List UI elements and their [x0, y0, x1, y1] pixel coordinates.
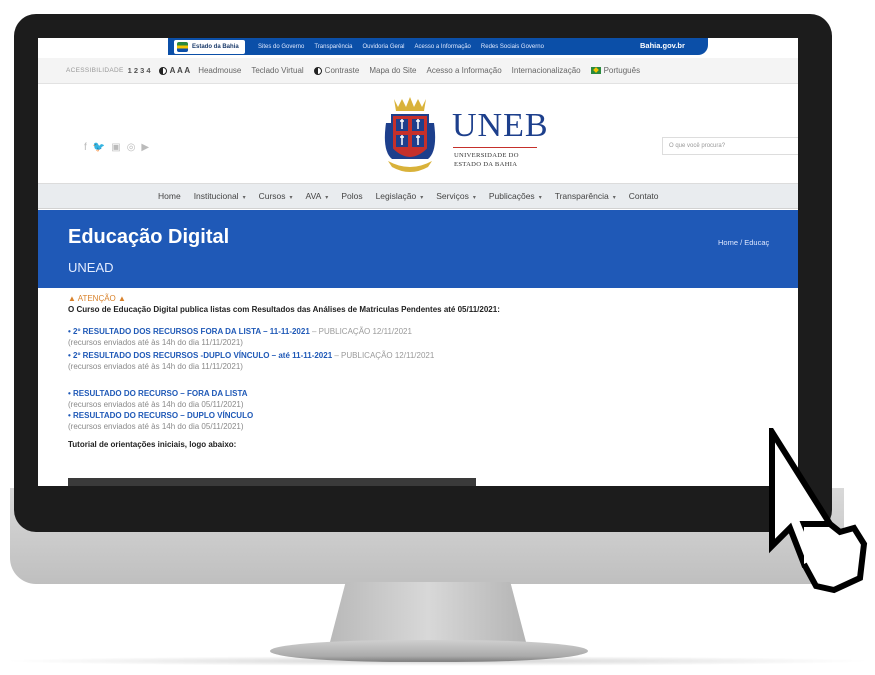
accessibility-label: ACESSIBILIDADE — [66, 67, 124, 74]
attention-label: ATENÇÃO — [77, 294, 116, 303]
result-item[interactable]: • 2º RESULTADO DOS RECURSOS -DUPLO VÍNCU… — [68, 351, 434, 360]
nav-item-label: Publicações — [488, 191, 535, 201]
nav-item-label: Home — [158, 191, 181, 201]
result-item[interactable]: • RESULTADO DO RECURSO – DUPLO VÍNCULO — [68, 411, 253, 420]
instagram-icon[interactable]: ◎ — [127, 142, 136, 153]
result-link[interactable]: • 2º RESULTADO DOS RECURSOS -DUPLO VÍNCU… — [68, 351, 332, 360]
facebook-icon[interactable]: f — [84, 142, 87, 153]
accessibility-bar: ACESSIBILIDADE 1 2 3 4 A A A Headmouse T… — [38, 58, 798, 84]
gov-site-link[interactable]: Bahia.gov.br — [640, 41, 685, 50]
attention-line: ▲ ATENÇÃO ▲ — [68, 294, 126, 303]
nav-item-contato[interactable]: Contato — [629, 191, 659, 201]
contrast-icon — [313, 66, 322, 75]
font-size-controls[interactable]: A A A — [170, 66, 191, 75]
chevron-down-icon: ▾ — [612, 195, 616, 201]
result-link[interactable]: • RESULTADO DO RECURSO – FORA DA LISTA — [68, 389, 248, 398]
nav-item-label: Serviços — [436, 191, 469, 201]
nav-item-label: Transparência — [554, 191, 609, 201]
logo-subtitle-line: UNIVERSIDADE DO — [454, 152, 519, 159]
result-note: (recursos enviados até às 14h do dia 11/… — [68, 338, 243, 347]
chevron-down-icon: ▾ — [289, 195, 293, 201]
tutorial-video-embed[interactable] — [68, 478, 476, 486]
gov-link[interactable]: Sites do Governo — [258, 44, 304, 50]
intro-text: O Curso de Educação Digital publica list… — [68, 305, 500, 314]
chevron-down-icon: ▾ — [472, 195, 476, 201]
nav-item-home[interactable]: Home — [158, 191, 181, 201]
chevron-down-icon: ▾ — [538, 195, 542, 201]
monitor-stand-neck — [330, 582, 526, 642]
nav-item-legislação[interactable]: Legislação ▾ — [376, 191, 424, 201]
contrast-label: Contraste — [324, 66, 360, 75]
page-subtitle: UNEAD — [68, 260, 114, 275]
desktop-scene: { "gov_bar": { "logo_text": "Estado da B… — [0, 0, 875, 675]
gov-bar: Estado da Bahia Sites do Governo Transpa… — [38, 38, 798, 58]
main-nav: Home Institucional ▾ Cursos ▾ AVA ▾ Polos Legisl… — [38, 183, 798, 209]
nav-item-serviços[interactable]: Serviços ▾ — [436, 191, 476, 201]
nav-item-label: Institucional — [193, 191, 239, 201]
nav-item-label: AVA — [305, 191, 322, 201]
monitor-screen: Estado da Bahia Sites do Governo Transpa… — [38, 38, 798, 486]
logo-subtitle-line: ESTADO DA BAHIA — [454, 161, 518, 168]
twitter-icon[interactable]: 🐦 — [93, 142, 105, 153]
page-title: Educação Digital — [68, 226, 230, 248]
sitemap-link[interactable]: Mapa do Site — [369, 66, 416, 75]
chevron-down-icon: ▾ — [420, 195, 424, 201]
nav-item-label: Legislação — [375, 191, 417, 201]
youtube-icon[interactable]: ▶ — [141, 142, 149, 153]
virtual-keyboard-link[interactable]: Teclado Virtual — [251, 66, 303, 75]
logo-subtitle: UNIVERSIDADE DO ESTADO DA BAHIA — [454, 151, 554, 169]
language-select[interactable]: Português — [590, 66, 641, 75]
brazil-flag-icon — [590, 67, 601, 74]
warning-icon: ▲ — [115, 294, 126, 303]
result-item[interactable]: • RESULTADO DO RECURSO – FORA DA LISTA — [68, 389, 248, 398]
breadcrumb[interactable]: Home / Educaç — [718, 238, 769, 247]
result-link[interactable]: • RESULTADO DO RECURSO – DUPLO VÍNCULO — [68, 411, 253, 420]
contrast-toggle-icon[interactable] — [158, 66, 167, 75]
warning-icon: ▲ — [68, 294, 78, 303]
chevron-down-icon: ▾ — [242, 195, 246, 201]
nav-item-publicações[interactable]: Publicações ▾ — [489, 191, 542, 201]
language-label: Português — [603, 66, 641, 75]
result-note: (recursos enviados até às 14h do dia 05/… — [68, 422, 244, 431]
gov-link[interactable]: Acesso a Informação — [415, 44, 471, 50]
nav-item-ava[interactable]: AVA ▾ — [306, 191, 329, 201]
tutorial-heading: Tutorial de orientações iniciais, logo a… — [68, 440, 237, 449]
result-link[interactable]: • 2º RESULTADO DOS RECURSOS FORA DA LIST… — [68, 327, 310, 336]
gov-link[interactable]: Ouvidoria Geral — [363, 44, 405, 50]
internationalization-link[interactable]: Internacionalização — [512, 66, 581, 75]
nav-item-polos[interactable]: Polos — [341, 191, 362, 201]
nav-item-cursos[interactable]: Cursos ▾ — [259, 191, 293, 201]
chevron-down-icon: ▾ — [325, 195, 329, 201]
accessibility-shortcuts[interactable]: 1 2 3 4 — [128, 66, 151, 75]
nav-item-label: Contato — [628, 191, 659, 201]
page-banner: Educação Digital UNEAD Home / Educaç — [38, 210, 798, 288]
nav-item-transparência[interactable]: Transparência ▾ — [555, 191, 616, 201]
result-publication: – PUBLICAÇÃO 12/11/2021 — [332, 351, 435, 360]
nav-item-label: Cursos — [258, 191, 286, 201]
result-publication: – PUBLICAÇÃO 12/11/2021 — [309, 327, 412, 336]
contrast-link[interactable]: Contraste — [313, 66, 360, 75]
result-note: (recursos enviados até às 14h do dia 11/… — [68, 362, 243, 371]
info-access-link[interactable]: Acesso a Informação — [427, 66, 502, 75]
gov-link[interactable]: Transparência — [314, 44, 352, 50]
nav-item-institucional[interactable]: Institucional ▾ — [194, 191, 246, 201]
nav-item-label: Polos — [341, 191, 363, 201]
search-input[interactable]: O que você procura? — [662, 137, 798, 155]
gov-links: Sites do Governo Transparência Ouvidoria… — [258, 38, 544, 55]
social-links: f 🐦 ▣ ◎ ▶ — [84, 142, 149, 153]
floor-shadow — [0, 656, 875, 666]
logo-title[interactable]: UNEB — [452, 107, 549, 145]
uneb-crest-logo[interactable] — [378, 95, 442, 181]
flickr-icon[interactable]: ▣ — [111, 142, 120, 153]
gov-link[interactable]: Redes Sociais Governo — [481, 44, 544, 50]
headmouse-link[interactable]: Headmouse — [198, 66, 241, 75]
site-header: f 🐦 ▣ ◎ ▶ UNEB UNIVERSIDADE DO ESTADO DA… — [38, 85, 798, 183]
result-item[interactable]: • 2º RESULTADO DOS RECURSOS FORA DA LIST… — [68, 327, 412, 336]
result-note: (recursos enviados até às 14h do dia 05/… — [68, 400, 244, 409]
gov-logo[interactable]: Estado da Bahia — [174, 40, 245, 54]
hand-cursor-icon — [769, 428, 868, 594]
logo-rule — [453, 147, 537, 148]
